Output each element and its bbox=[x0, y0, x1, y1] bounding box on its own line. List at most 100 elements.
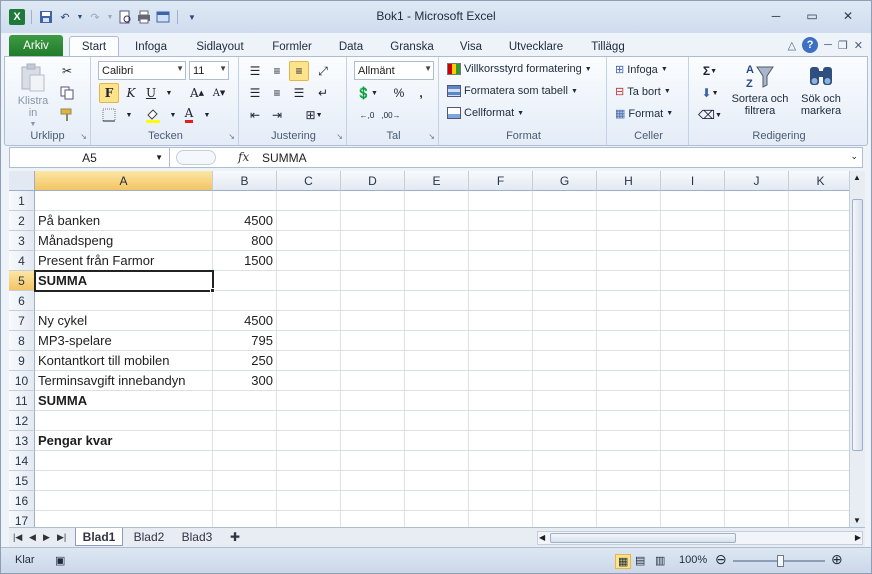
align-middle-icon[interactable]: ≡ bbox=[267, 61, 287, 81]
name-box[interactable]: A5 ▼ bbox=[10, 148, 170, 167]
accounting-format-icon[interactable]: 💲 ▼ bbox=[353, 83, 381, 103]
cell-g13[interactable] bbox=[533, 431, 597, 451]
formula-input[interactable]: SUMMA bbox=[262, 151, 307, 165]
cell-f10[interactable] bbox=[469, 371, 533, 391]
row-header-12[interactable]: 12 bbox=[9, 411, 35, 431]
cell-f3[interactable] bbox=[469, 231, 533, 251]
cell-h9[interactable] bbox=[597, 351, 661, 371]
cell-i11[interactable] bbox=[661, 391, 725, 411]
bold-button[interactable]: F bbox=[99, 83, 119, 103]
cell-a8[interactable]: MP3-spelare bbox=[35, 331, 213, 351]
cell-e2[interactable] bbox=[405, 211, 469, 231]
row-header-15[interactable]: 15 bbox=[9, 471, 35, 491]
cell-j15[interactable] bbox=[725, 471, 789, 491]
cell-i5[interactable] bbox=[661, 271, 725, 291]
tab-granska[interactable]: Granska bbox=[383, 36, 441, 57]
row-header-3[interactable]: 3 bbox=[9, 231, 35, 251]
cell-a3[interactable]: Månadspeng bbox=[35, 231, 213, 251]
cell-a9[interactable]: Kontantkort till mobilen bbox=[35, 351, 213, 371]
cell-b10[interactable]: 300 bbox=[213, 371, 277, 391]
cell-f14[interactable] bbox=[469, 451, 533, 471]
font-launcher-icon[interactable]: ↘ bbox=[228, 132, 235, 141]
cell-i14[interactable] bbox=[661, 451, 725, 471]
scroll-up-icon[interactable]: ▲ bbox=[853, 173, 861, 182]
cell-i16[interactable] bbox=[661, 491, 725, 511]
cell-d9[interactable] bbox=[341, 351, 405, 371]
cell-f7[interactable] bbox=[469, 311, 533, 331]
cell-k6[interactable] bbox=[789, 291, 849, 311]
cell-d3[interactable] bbox=[341, 231, 405, 251]
cell-d16[interactable] bbox=[341, 491, 405, 511]
cell-i8[interactable] bbox=[661, 331, 725, 351]
column-header-f[interactable]: F bbox=[469, 171, 533, 191]
row-header-8[interactable]: 8 bbox=[9, 331, 35, 351]
cell-f8[interactable] bbox=[469, 331, 533, 351]
horizontal-scroll-thumb[interactable] bbox=[550, 533, 736, 543]
cell-g1[interactable] bbox=[533, 191, 597, 211]
cell-h4[interactable] bbox=[597, 251, 661, 271]
align-top-icon[interactable]: ☰ bbox=[245, 61, 265, 81]
cell-j7[interactable] bbox=[725, 311, 789, 331]
cell-g5[interactable] bbox=[533, 271, 597, 291]
align-bottom-icon[interactable]: ≡ bbox=[289, 61, 309, 81]
cell-d10[interactable] bbox=[341, 371, 405, 391]
cell-i13[interactable] bbox=[661, 431, 725, 451]
cell-b12[interactable] bbox=[213, 411, 277, 431]
cell-g9[interactable] bbox=[533, 351, 597, 371]
cell-a17[interactable] bbox=[35, 511, 213, 527]
column-header-b[interactable]: B bbox=[213, 171, 277, 191]
cell-b2[interactable]: 4500 bbox=[213, 211, 277, 231]
align-center-icon[interactable]: ≡ bbox=[267, 83, 287, 103]
cell-i17[interactable] bbox=[661, 511, 725, 527]
column-header-i[interactable]: I bbox=[661, 171, 725, 191]
cell-k16[interactable] bbox=[789, 491, 849, 511]
increase-font-icon[interactable]: A ▲ bbox=[187, 83, 207, 103]
cell-c12[interactable] bbox=[277, 411, 341, 431]
row-header-4[interactable]: 4 bbox=[9, 251, 35, 271]
cell-d15[interactable] bbox=[341, 471, 405, 491]
row-header-6[interactable]: 6 bbox=[9, 291, 35, 311]
cell-f15[interactable] bbox=[469, 471, 533, 491]
cell-j3[interactable] bbox=[725, 231, 789, 251]
cell-j2[interactable] bbox=[725, 211, 789, 231]
cell-d1[interactable] bbox=[341, 191, 405, 211]
cell-a16[interactable] bbox=[35, 491, 213, 511]
cell-g2[interactable] bbox=[533, 211, 597, 231]
cell-h14[interactable] bbox=[597, 451, 661, 471]
vertical-scrollbar[interactable]: ▲ ▼ bbox=[849, 171, 865, 527]
cell-g12[interactable] bbox=[533, 411, 597, 431]
font-color-dropdown-icon[interactable]: ▼ bbox=[197, 105, 217, 125]
cell-j14[interactable] bbox=[725, 451, 789, 471]
cell-c15[interactable] bbox=[277, 471, 341, 491]
cell-a14[interactable] bbox=[35, 451, 213, 471]
cell-j9[interactable] bbox=[725, 351, 789, 371]
underline-dropdown-icon[interactable]: ▼ bbox=[159, 83, 179, 103]
cell-k11[interactable] bbox=[789, 391, 849, 411]
cell-d14[interactable] bbox=[341, 451, 405, 471]
cell-b3[interactable]: 800 bbox=[213, 231, 277, 251]
paste-button[interactable]: Klistra in ▼ bbox=[11, 63, 55, 131]
cell-h6[interactable] bbox=[597, 291, 661, 311]
cell-g4[interactable] bbox=[533, 251, 597, 271]
tab-sidlayout[interactable]: Sidlayout bbox=[187, 36, 253, 57]
cell-f1[interactable] bbox=[469, 191, 533, 211]
cell-b17[interactable] bbox=[213, 511, 277, 527]
cell-d11[interactable] bbox=[341, 391, 405, 411]
tab-start[interactable]: Start bbox=[69, 36, 119, 57]
comma-style-icon[interactable]: , bbox=[411, 83, 431, 103]
normal-view-icon[interactable]: ▦ bbox=[615, 554, 632, 569]
cell-g17[interactable] bbox=[533, 511, 597, 527]
cell-k3[interactable] bbox=[789, 231, 849, 251]
last-sheet-icon[interactable]: ▶| bbox=[57, 532, 66, 543]
cell-b8[interactable]: 795 bbox=[213, 331, 277, 351]
cell-a15[interactable] bbox=[35, 471, 213, 491]
select-all-corner[interactable] bbox=[9, 171, 35, 191]
cell-styles-button[interactable]: Cellformat ▼ bbox=[447, 107, 524, 119]
cell-h3[interactable] bbox=[597, 231, 661, 251]
cell-e8[interactable] bbox=[405, 331, 469, 351]
cell-e5[interactable] bbox=[405, 271, 469, 291]
underline-button[interactable]: U bbox=[141, 83, 161, 103]
cell-a13[interactable]: Pengar kvar bbox=[35, 431, 213, 451]
delete-cells-button[interactable]: ⊟ Ta bort ▼ bbox=[615, 85, 671, 99]
insert-function-icon[interactable]: fx bbox=[238, 150, 249, 164]
